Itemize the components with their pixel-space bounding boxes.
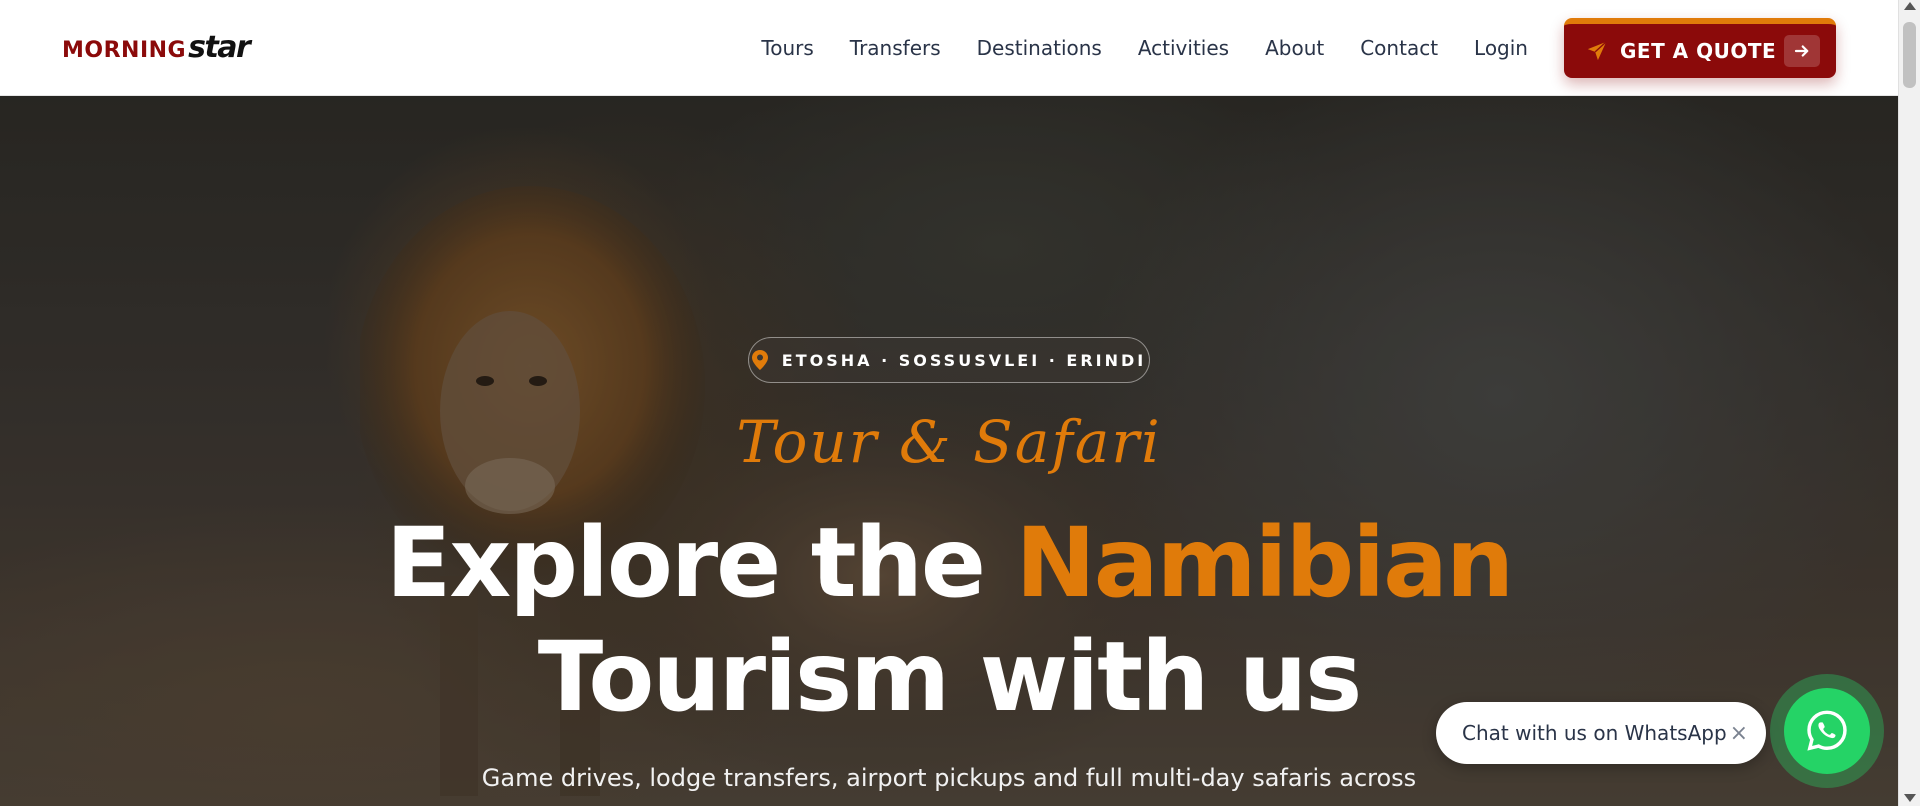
headline-accent: Namibian <box>1015 507 1514 619</box>
headline-part1: Explore the <box>385 507 986 619</box>
nav-link-transfers[interactable]: Transfers <box>850 36 941 60</box>
scrollbar-thumb[interactable] <box>1903 22 1916 88</box>
nav-link-login[interactable]: Login <box>1474 36 1528 60</box>
hero-subtitle: Game drives, lodge transfers, airport pi… <box>481 764 1417 792</box>
close-icon[interactable]: × <box>1730 721 1748 746</box>
headline-part2: Tourism with us <box>537 621 1363 733</box>
scroll-up-arrow-icon[interactable] <box>1904 2 1916 10</box>
arrow-right-icon <box>1784 34 1820 67</box>
main-nav: Tours Transfers Destinations Activities … <box>761 17 1836 78</box>
get-a-quote-button[interactable]: GET A QUOTE <box>1564 17 1836 78</box>
paper-plane-icon <box>1587 40 1607 60</box>
whatsapp-chat-bubble[interactable]: Chat with us on WhatsApp × <box>1436 702 1766 764</box>
locations-badge: ETOSHA · SOSSUSVLEI · ERINDI <box>748 337 1150 383</box>
map-pin-icon <box>751 350 768 370</box>
top-navbar: MORNING star Tours Transfers Destination… <box>0 0 1898 96</box>
scroll-down-arrow-icon[interactable] <box>1904 794 1916 802</box>
locations-text: ETOSHA · SOSSUSVLEI · ERINDI <box>781 350 1147 370</box>
brand-logo[interactable]: MORNING star <box>62 30 251 65</box>
page-scrollbar[interactable] <box>1898 0 1920 806</box>
whatsapp-button[interactable] <box>1770 674 1884 788</box>
nav-link-activities[interactable]: Activities <box>1138 36 1229 60</box>
logo-text-morning: MORNING <box>62 38 187 63</box>
whatsapp-chat-label: Chat with us on WhatsApp <box>1462 721 1727 745</box>
hero-section: ETOSHA · SOSSUSVLEI · ERINDI Tour & Safa… <box>0 96 1898 806</box>
whatsapp-button-inner[interactable] <box>1784 688 1870 774</box>
nav-link-tours[interactable]: Tours <box>761 36 813 60</box>
nav-link-contact[interactable]: Contact <box>1360 36 1438 60</box>
whatsapp-icon <box>1807 710 1847 751</box>
hero-script-title: Tour & Safari <box>736 408 1162 476</box>
get-a-quote-label: GET A QUOTE <box>1620 38 1777 63</box>
logo-text-star: star <box>188 30 251 65</box>
nav-link-destinations[interactable]: Destinations <box>977 36 1102 60</box>
nav-link-about[interactable]: About <box>1265 36 1324 60</box>
hero-headline: Explore the Namibian Tourism with us <box>0 506 1898 734</box>
